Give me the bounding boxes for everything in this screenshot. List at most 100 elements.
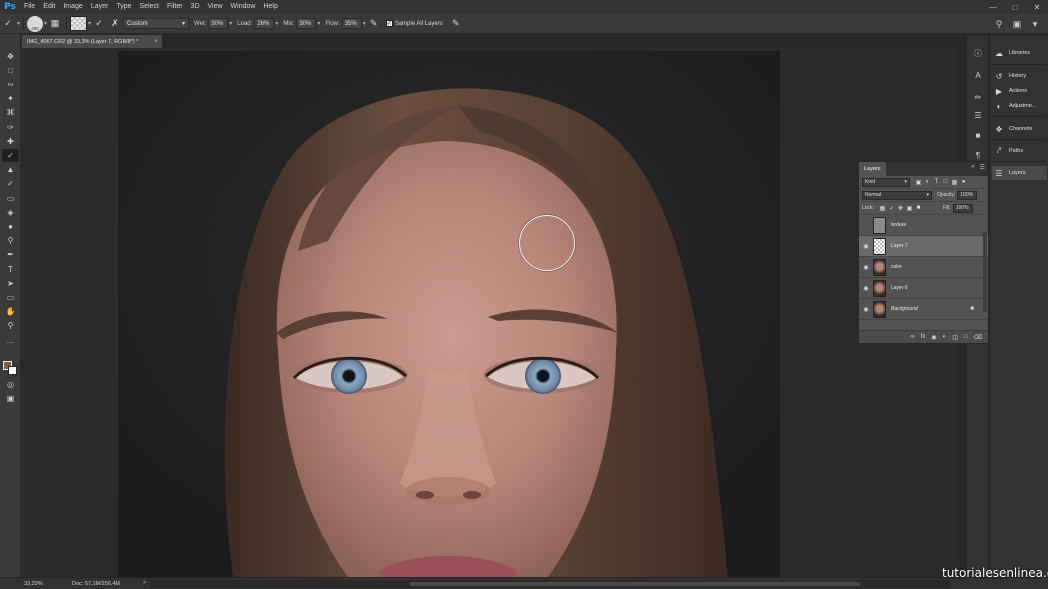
layers-panel-button[interactable]: ☰ Layers [992, 166, 1047, 180]
chevron-down-icon[interactable]: ▾ [275, 20, 278, 27]
link-layers-icon[interactable]: ∞ [910, 334, 914, 340]
visibility-toggle-off[interactable]: ​ [859, 222, 873, 228]
opacity-field[interactable]: 100% [957, 190, 978, 200]
more-tools-icon[interactable]: … [2, 334, 19, 347]
filter-smart-object-icon[interactable]: ▦ [950, 178, 959, 187]
layer-row-layer-6[interactable]: ◉ Layer 6 [859, 278, 988, 299]
filter-pixel-icon[interactable]: ▣ [914, 178, 923, 187]
pen-tool-icon[interactable]: ✒ [2, 248, 19, 261]
properties-icon[interactable]: ☰ [970, 108, 986, 122]
status-menu-arrow[interactable]: > [143, 580, 146, 586]
layers-tab[interactable]: Layers [859, 162, 886, 176]
menu-layer[interactable]: Layer [87, 0, 113, 14]
brush-panel-icon[interactable]: ▦ [47, 16, 63, 32]
clone-stamp-tool-icon[interactable]: ▲ [2, 163, 19, 176]
magic-wand-tool-icon[interactable]: ✦ [2, 92, 19, 105]
eraser-tool-icon[interactable]: ▭ [2, 192, 19, 205]
document-tab[interactable]: IMG_4067.CR2 @ 33,3% (Layer 7, RGB/8*) *… [22, 35, 162, 48]
paragraph-icon[interactable]: ¶ [970, 148, 986, 162]
filter-kind-dropdown[interactable]: Kind ▾ [862, 177, 910, 187]
channels-panel-button[interactable]: ❖ Channels [992, 122, 1047, 136]
filter-shape-icon[interactable]: □ [941, 178, 950, 187]
fx-icon[interactable]: fx [921, 334, 926, 340]
menu-select[interactable]: Select [136, 0, 163, 14]
paths-panel-button[interactable]: ⤤ Paths [992, 144, 1047, 158]
new-adjustment-layer-icon[interactable]: ◐ [943, 334, 947, 340]
layer-row-layer-7[interactable]: ◉ Layer 7 [859, 236, 988, 257]
fill-field[interactable]: 100% [952, 203, 973, 213]
info-icon[interactable]: ⓘ [970, 46, 986, 60]
brush-presets-icon[interactable]: ✏ [970, 90, 986, 104]
menu-window[interactable]: Window [227, 0, 260, 14]
lock-icon[interactable]: ■ [970, 306, 974, 312]
canvas-area[interactable] [22, 48, 958, 577]
quick-mask-icon[interactable]: ◎ [2, 378, 19, 391]
dodge-tool-icon[interactable]: ⚲ [2, 234, 19, 247]
crop-tool-icon[interactable]: ⌘ [2, 106, 19, 119]
load-field[interactable]: 26% [254, 18, 275, 29]
new-layer-icon[interactable]: □ [964, 334, 968, 340]
screen-mode-icon[interactable]: ▣ [2, 392, 19, 405]
menu-type[interactable]: Type [112, 0, 135, 14]
flow-field[interactable]: 35% [341, 18, 362, 29]
load-brush-icon[interactable]: ✓ [91, 16, 107, 32]
type-tool-icon[interactable]: T [2, 263, 19, 276]
chevron-down-icon[interactable]: ▾ [17, 20, 20, 27]
menu-file[interactable]: File [20, 0, 39, 14]
menu-edit[interactable]: Edit [39, 0, 59, 14]
clone-source-icon[interactable]: ■ [970, 128, 986, 142]
move-tool-icon[interactable]: ✥ [2, 50, 19, 63]
menu-filter[interactable]: Filter [163, 0, 187, 14]
brush-size-picker[interactable]: 400 [27, 15, 44, 32]
chevron-down-icon[interactable]: ▾ [229, 20, 232, 27]
current-brush-load-swatch[interactable] [70, 16, 88, 31]
layer-row-background[interactable]: ◉ Background ■ [859, 299, 988, 320]
horizontal-scrollbar[interactable] [150, 580, 950, 588]
marquee-tool-icon[interactable]: □ [2, 64, 19, 77]
hand-tool-icon[interactable]: ✋ [2, 305, 19, 318]
lock-transparent-icon[interactable]: ▦ [878, 204, 887, 213]
eye-icon[interactable]: ◉ [859, 264, 873, 271]
menu-help[interactable]: Help [259, 0, 281, 14]
menu-view[interactable]: View [204, 0, 227, 14]
layer-row-color[interactable]: ◉ color [859, 257, 988, 278]
character-icon[interactable]: A [970, 68, 986, 82]
scrollbar-thumb[interactable] [410, 582, 860, 586]
lock-artboard-icon[interactable]: ▣ [905, 204, 914, 213]
search-icon[interactable]: ⚲ [990, 16, 1008, 32]
layers-scrollbar[interactable] [983, 232, 987, 312]
eye-icon[interactable]: ◉ [859, 306, 873, 313]
close-tab-icon[interactable]: × [154, 39, 158, 45]
portrait-photo[interactable] [118, 51, 780, 577]
eye-icon[interactable]: ◉ [859, 243, 873, 250]
chevron-down-icon[interactable]: ▾ [1026, 16, 1044, 32]
menu-image[interactable]: Image [59, 0, 86, 14]
filter-toggle-icon[interactable]: ● [959, 178, 968, 187]
workspace-icon[interactable]: ▣ [1008, 16, 1026, 32]
libraries-panel-button[interactable]: ☁ Libraries [992, 46, 1047, 60]
mix-field[interactable]: 30% [296, 18, 317, 29]
lasso-tool-icon[interactable]: ∾ [2, 78, 19, 91]
blur-tool-icon[interactable]: ● [2, 220, 19, 233]
add-mask-icon[interactable]: ◉ [931, 334, 936, 341]
filter-type-icon[interactable]: T [932, 178, 941, 187]
blend-preset-dropdown[interactable]: Custom ▾ [123, 18, 190, 29]
mixer-brush-tool-icon[interactable]: ✓ [2, 149, 19, 162]
history-panel-button[interactable]: ↺ History [992, 69, 1047, 83]
zoom-tool-icon[interactable]: ⚲ [2, 319, 19, 332]
lock-all-icon[interactable]: ■ [914, 204, 923, 213]
collapse-panel-icon[interactable]: » [971, 164, 974, 171]
zoom-level[interactable]: 33,33% [24, 581, 43, 587]
rectangle-tool-icon[interactable]: ▭ [2, 291, 19, 304]
layer-row-texture[interactable]: ​ texture [859, 215, 988, 236]
panel-menu-icon[interactable]: ☰ [980, 164, 985, 171]
close-icon[interactable]: ✕ [1026, 0, 1048, 14]
actions-panel-button[interactable]: ▶ Actions [992, 84, 1047, 98]
background-color-swatch[interactable] [8, 366, 17, 375]
lock-pixels-icon[interactable]: ✓ [887, 204, 896, 213]
sample-all-layers-checkbox[interactable]: ✓ [385, 20, 393, 27]
maximize-icon[interactable]: □ [1004, 0, 1026, 14]
mixer-brush-preset-icon[interactable]: ✓ [0, 16, 16, 32]
clean-brush-icon[interactable]: ✗ [107, 16, 123, 32]
adjustments-panel-button[interactable]: ◐ Adjustme... [992, 99, 1047, 113]
